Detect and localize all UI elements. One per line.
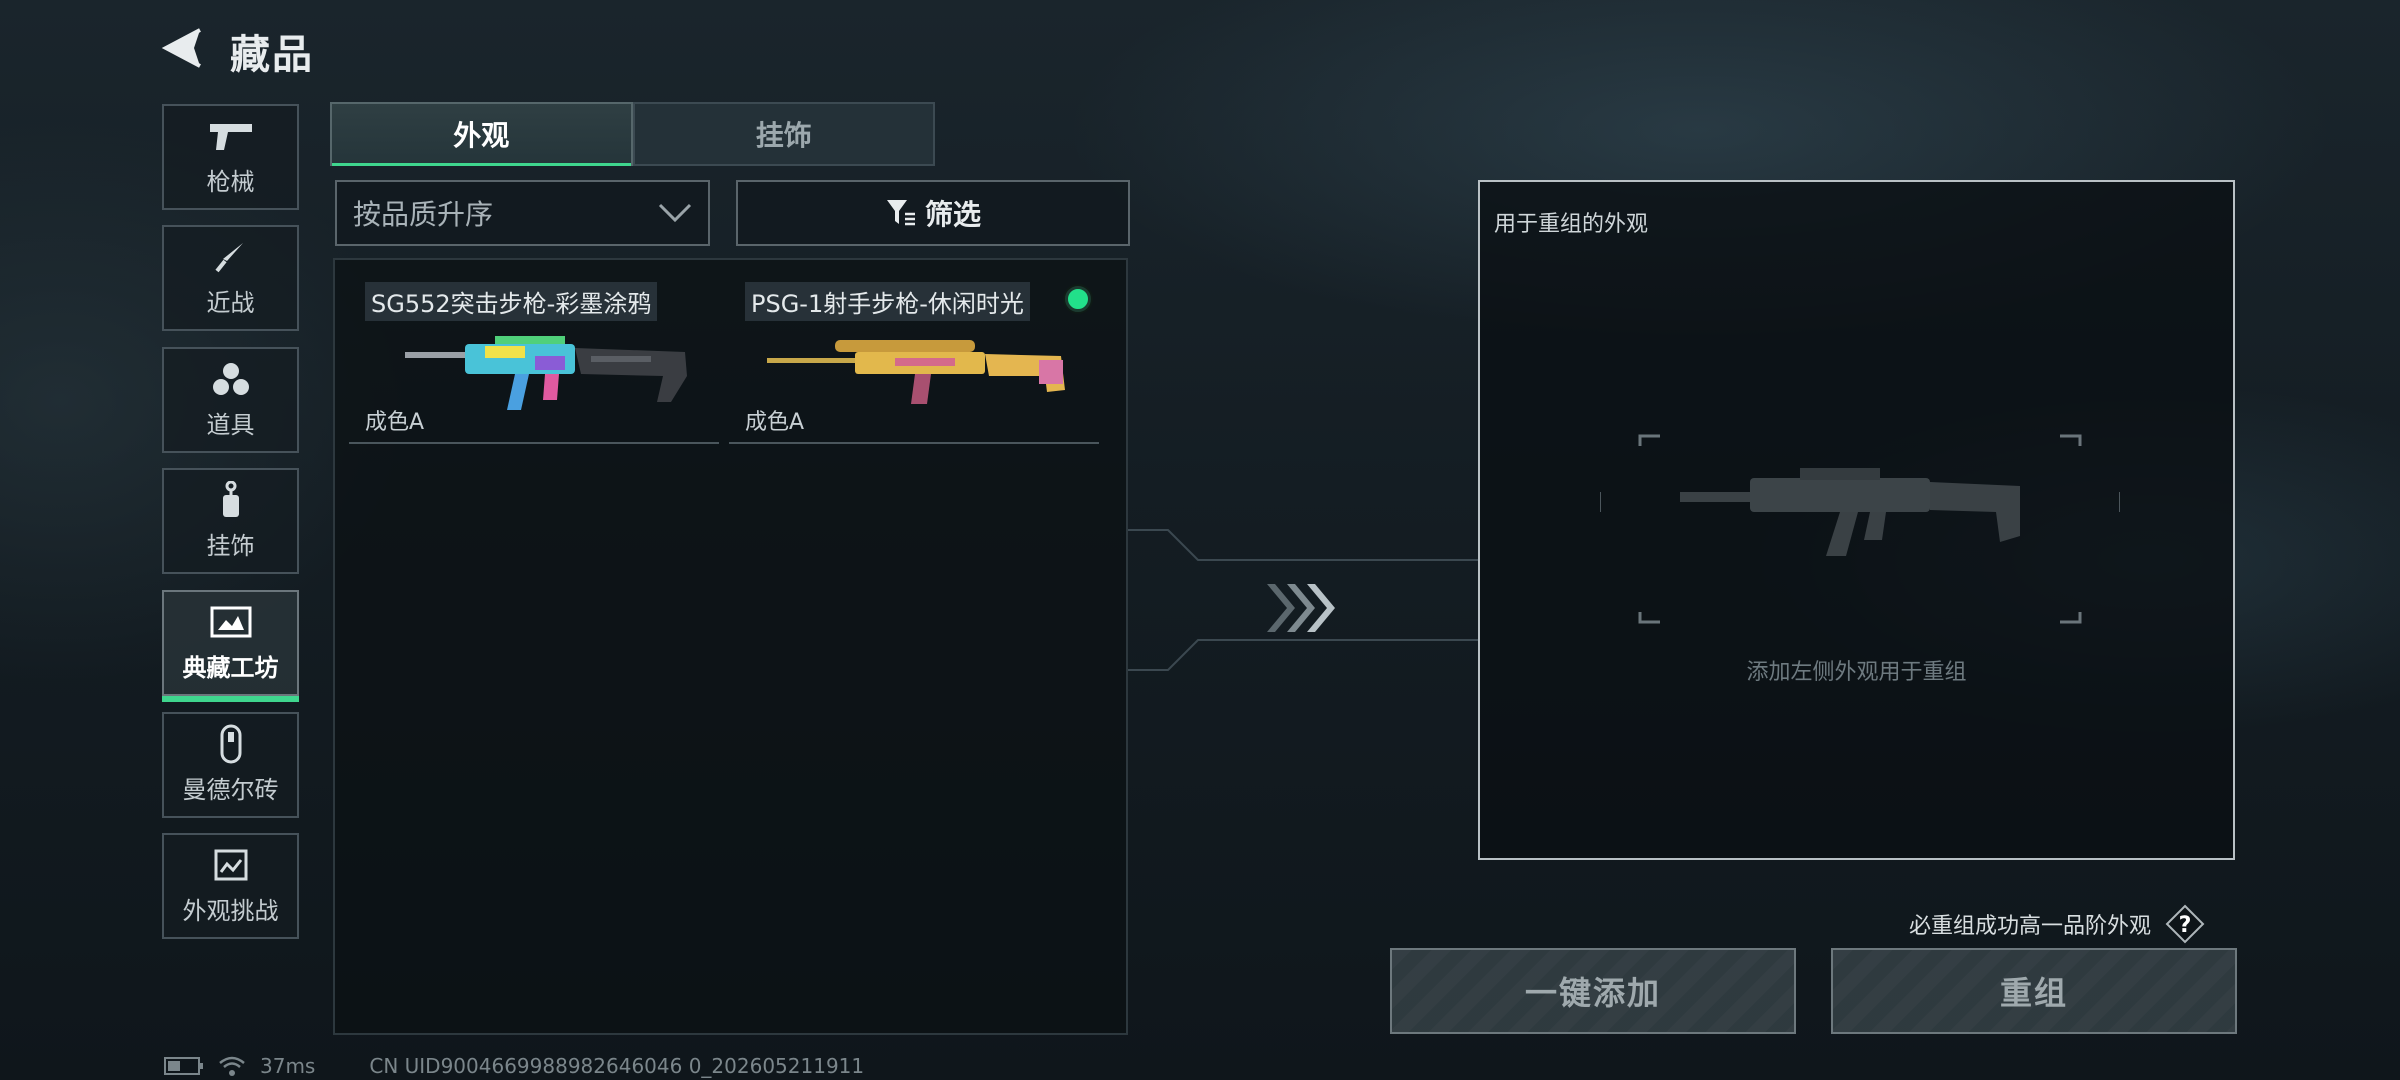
sidebar-item-melee[interactable]: 近战	[162, 225, 299, 331]
skin-list-panel: SG552突击步枪-彩墨涂鸦 成色A PSG-1射手步枪-休闲时光 成色A	[333, 258, 1128, 1035]
guarantee-note: 必重组成功高一品阶外观 ?	[1909, 904, 2205, 944]
tab-appearance[interactable]: 外观	[330, 102, 633, 166]
filter-icon	[886, 200, 915, 226]
skin-grade: 成色A	[365, 410, 425, 435]
skin-name: PSG-1射手步枪-休闲时光	[745, 282, 1030, 321]
sidebar-item-label: 曼德尔砖	[182, 775, 279, 804]
skin-card[interactable]: PSG-1射手步枪-休闲时光 成色A	[729, 272, 1099, 444]
sidebar-item-workshop[interactable]: 典藏工坊	[162, 590, 299, 702]
add-all-button[interactable]: 一键添加	[1390, 948, 1796, 1034]
skin-grade: 成色A	[745, 410, 805, 435]
battery-icon	[164, 1057, 203, 1075]
pistol-icon	[208, 118, 254, 154]
chevron-down-icon	[658, 203, 692, 223]
sort-dropdown[interactable]: 按品质升序	[335, 180, 710, 246]
placeholder-rifle-icon	[1600, 434, 2120, 624]
sidebar-item-label: 道具	[206, 410, 255, 439]
selected-indicator	[1065, 286, 1091, 312]
grenades-icon	[208, 361, 254, 397]
skin-card[interactable]: SG552突击步枪-彩墨涂鸦 成色A	[349, 272, 719, 444]
add-all-label: 一键添加	[1524, 974, 1661, 1012]
sidebar-item-guns[interactable]: 枪械	[162, 104, 299, 210]
svg-text:?: ?	[2179, 913, 2192, 938]
tab-charms[interactable]: 挂饰	[632, 102, 935, 166]
mandel-brick-icon	[208, 724, 254, 763]
ping-value: 37ms	[260, 1054, 316, 1078]
challenge-icon	[208, 847, 254, 883]
uid-text: CN UID9004669988982646046 0_202605211911	[369, 1054, 865, 1078]
preview-caption: 用于重组的外观	[1494, 212, 1649, 237]
charm-icon	[208, 480, 254, 518]
filter-label: 筛选	[924, 198, 981, 231]
sidebar-item-label: 挂饰	[206, 531, 255, 560]
knife-icon	[208, 239, 254, 275]
wifi-icon	[219, 1056, 245, 1076]
sidebar-item-charms[interactable]: 挂饰	[162, 468, 299, 574]
sidebar-item-label: 枪械	[206, 167, 255, 196]
guarantee-text: 必重组成功高一品阶外观	[1908, 914, 2151, 939]
skin-name: SG552突击步枪-彩墨涂鸦	[365, 282, 658, 321]
sidebar-item-mandel-brick[interactable]: 曼德尔砖	[162, 712, 299, 818]
recombine-button[interactable]: 重组	[1831, 948, 2237, 1034]
recombine-slot-panel[interactable]: 用于重组的外观 添加左侧外观用于重组	[1478, 180, 2235, 860]
preview-hint: 添加左侧外观用于重组	[1746, 660, 1967, 685]
page-title: 藏品	[230, 32, 314, 78]
sidebar-item-challenge[interactable]: 外观挑战	[162, 833, 299, 939]
rifle-graffiti-image	[405, 336, 687, 410]
sort-dropdown-label: 按品质升序	[353, 198, 494, 231]
filter-button[interactable]: 筛选	[736, 180, 1130, 246]
recombine-label: 重组	[1999, 974, 2068, 1012]
sidebar-item-items[interactable]: 道具	[162, 347, 299, 453]
tab-bar: 外观 挂饰	[330, 102, 935, 166]
chevron-right-icon	[1267, 584, 1335, 632]
status-bar: 37ms CN UID9004669988982646046 0_2026052…	[164, 1054, 864, 1078]
sidebar-item-label: 外观挑战	[182, 896, 279, 925]
help-icon[interactable]: ?	[2165, 904, 2205, 944]
workshop-icon	[208, 604, 254, 640]
sidebar-item-label: 近战	[206, 288, 255, 317]
back-arrow-icon[interactable]	[160, 24, 208, 72]
sidebar-item-label: 典藏工坊	[182, 653, 279, 682]
sniper-rifle-image	[767, 340, 1065, 404]
